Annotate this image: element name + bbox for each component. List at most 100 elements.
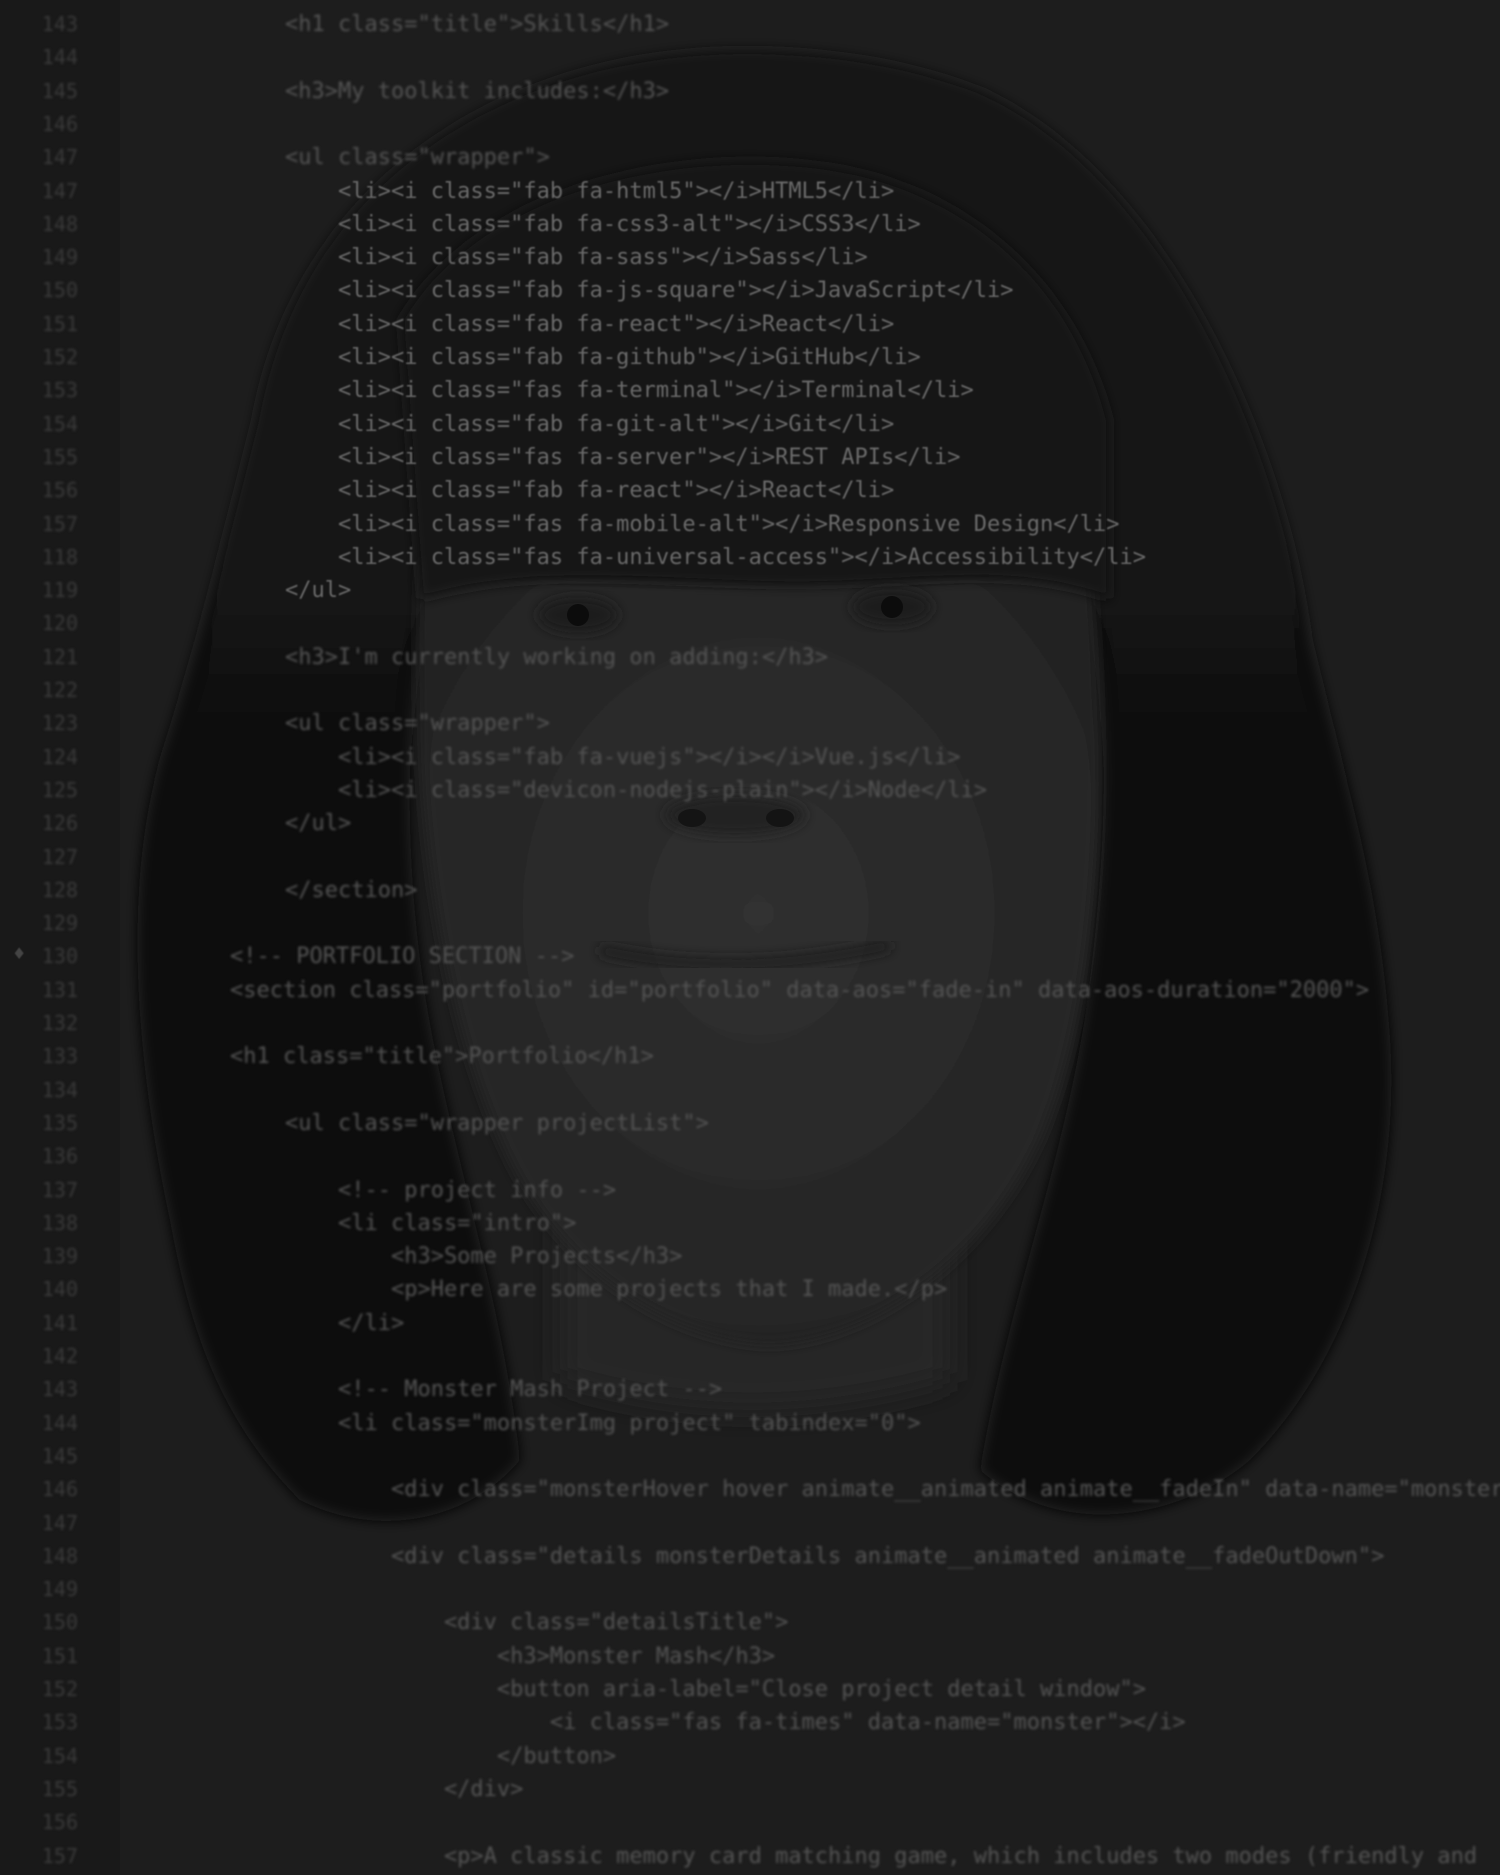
code-text: <li><i class="fas fa-terminal"></i>Termi… (285, 378, 974, 404)
code-text: <li><i class="fab fa-react"></i>React</l… (285, 478, 895, 504)
line-number: 131 (41, 977, 78, 1002)
code-line: 139 <h3>Some Projects</h3> (0, 1244, 1500, 1277)
code-text: <div class="details monsterDetails anima… (285, 1543, 1385, 1569)
line-number: 119 (41, 578, 78, 603)
line-number: 155 (41, 1776, 78, 1801)
code-text: <div class="monsterHover hover animate__… (285, 1477, 1500, 1503)
line-number: 147 (41, 1510, 78, 1535)
line-number: 139 (41, 1244, 78, 1269)
line-number: 125 (41, 777, 78, 802)
code-line: 151 <h3>Monster Mash</h3> (0, 1644, 1500, 1677)
code-line: 131 <section class="portfolio" id="portfo… (0, 978, 1500, 1011)
code-line: 119 </ul> (0, 578, 1500, 611)
code-text: </li> (285, 1310, 405, 1336)
code-text: <i class="fas fa-times" data-name="monst… (285, 1710, 1186, 1736)
code-line: 155 <li><i class="fas fa-server"></i>RES… (0, 445, 1500, 478)
code-text: <li class="monsterImg project" tabindex=… (285, 1410, 921, 1436)
line-number: 148 (41, 211, 78, 236)
line-number: 156 (41, 1810, 78, 1835)
line-number: 133 (41, 1044, 78, 1069)
code-line: 128 </section> (0, 878, 1500, 911)
code-text: <ul class="wrapper"> (285, 711, 550, 737)
line-number: 157 (41, 1843, 78, 1868)
line-number: 151 (41, 311, 78, 336)
code-text: <p>A classic memory card matching game, … (285, 1843, 1478, 1869)
line-number: 124 (41, 744, 78, 769)
line-number: 120 (41, 611, 78, 636)
line-number: 138 (41, 1210, 78, 1235)
code-text: <li><i class="fab fa-html5"></i>HTML5</l… (285, 178, 895, 204)
code-text: <li class="intro"> (285, 1210, 577, 1236)
code-text: <h3>My toolkit includes:</h3> (285, 78, 670, 104)
line-number: 127 (41, 844, 78, 869)
code-line: 138 <li class="intro"> (0, 1211, 1500, 1244)
line-number: 144 (41, 1410, 78, 1435)
line-number: 142 (41, 1344, 78, 1368)
code-text: </ul> (285, 811, 352, 837)
code-line: 153 <i class="fas fa-times" data-name="m… (0, 1710, 1500, 1743)
code-line: 147 <ul class="wrapper"> (0, 145, 1500, 178)
code-line: 142 (0, 1344, 1500, 1377)
code-text: <ul class="wrapper projectList"> (285, 1110, 709, 1136)
code-line: 121 <h3>I'm currently working on adding:<… (0, 645, 1500, 678)
code-line: 130 <!-- PORTFOLIO SECTION --> (0, 944, 1500, 977)
code-text: <!-- Monster Mash Project --> (285, 1377, 723, 1403)
code-text: <li><i class="fab fa-git-alt"></i>Git</l… (285, 411, 895, 437)
code-line: 156 <li><i class="fab fa-react"></i>Reac… (0, 478, 1500, 511)
line-number: 151 (41, 1643, 78, 1668)
code-text: <li><i class="fas fa-universal-access"><… (285, 544, 1146, 570)
code-line: 122 (0, 678, 1500, 711)
code-line: 154 </button> (0, 1744, 1500, 1777)
code-line: 135 <ul class="wrapper projectList"> (0, 1111, 1500, 1144)
code-text: <li><i class="fab fa-css3-alt"></i>CSS3<… (285, 211, 921, 237)
line-number: 146 (41, 111, 78, 136)
code-text: <li><i class="fab fa-js-square"></i>Java… (285, 278, 1014, 304)
breakpoint-icon: ♦ (12, 944, 27, 963)
line-number: 130 (41, 944, 78, 969)
line-number: 150 (41, 278, 78, 303)
code-line: 145 (0, 1444, 1500, 1477)
code-text: </ul> (285, 578, 352, 604)
line-number: 144 (41, 45, 78, 70)
line-number: 118 (41, 544, 78, 569)
line-number: 149 (41, 245, 78, 270)
code-editor-overlay: 143 <h1 class="title">Skills</h1> 144 145 <h… (0, 0, 1500, 1875)
photo-canvas: 143 <h1 class="title">Skills</h1> 144 145 <h… (0, 0, 1500, 1875)
line-number: 126 (41, 811, 78, 836)
code-text: <ul class="wrapper"> (285, 145, 550, 171)
line-number: 153 (41, 1710, 78, 1735)
code-line: 145 <h3>My toolkit includes:</h3> (0, 79, 1500, 112)
code-text: <li><i class="fab fa-github"></i>GitHub<… (285, 345, 921, 370)
code-line: 146 <div class="monsterHover hover anima… (0, 1477, 1500, 1510)
code-line: 148 <li><i class="fab fa-css3-alt"></i>C… (0, 212, 1500, 245)
line-number: 147 (41, 145, 78, 170)
code-text: </section> (285, 877, 418, 903)
code-text: <li><i class="fab fa-react"></i>React</l… (285, 311, 895, 337)
line-number: 140 (41, 1277, 78, 1302)
code-line: 149 <li><i class="fab fa-sass"></i>Sass<… (0, 245, 1500, 278)
line-number: 154 (41, 411, 78, 436)
code-text: <button aria-label="Close project detail… (285, 1677, 1146, 1702)
line-number: 148 (41, 1543, 78, 1568)
code-line: 150 <li><i class="fab fa-js-square"></i>… (0, 278, 1500, 311)
code-line: 126 </ul> (0, 811, 1500, 844)
code-line: 136 (0, 1144, 1500, 1177)
code-line: 152 <li><i class="fab fa-github"></i>Git… (0, 345, 1500, 378)
code-line: 125 <li><i class="devicon-nodejs-plain">… (0, 778, 1500, 811)
line-number: 147 (41, 178, 78, 203)
code-line: 157 <li><i class="fas fa-mobile-alt"></i… (0, 512, 1500, 545)
line-number: 137 (41, 1177, 78, 1202)
code-text: <li><i class="fas fa-mobile-alt"></i>Res… (285, 511, 1120, 537)
code-text: <!-- PORTFOLIO SECTION --> (230, 944, 575, 970)
line-number: 123 (41, 711, 78, 736)
code-line: 151 <li><i class="fab fa-react"></i>Reac… (0, 312, 1500, 345)
line-number: 149 (41, 1577, 78, 1602)
code-line: 153 <li><i class="fas fa-terminal"></i>T… (0, 378, 1500, 411)
code-text: <h1 class="title">Skills</h1> (285, 12, 670, 37)
code-line: 155 </div> (0, 1777, 1500, 1810)
code-line: 118 <li><i class="fas fa-universal-acces… (0, 545, 1500, 578)
line-number: 155 (41, 444, 78, 469)
line-number: 134 (41, 1077, 78, 1102)
line-number: 152 (41, 1677, 78, 1701)
code-line: 147 <li><i class="fab fa-html5"></i>HTML… (0, 179, 1500, 212)
